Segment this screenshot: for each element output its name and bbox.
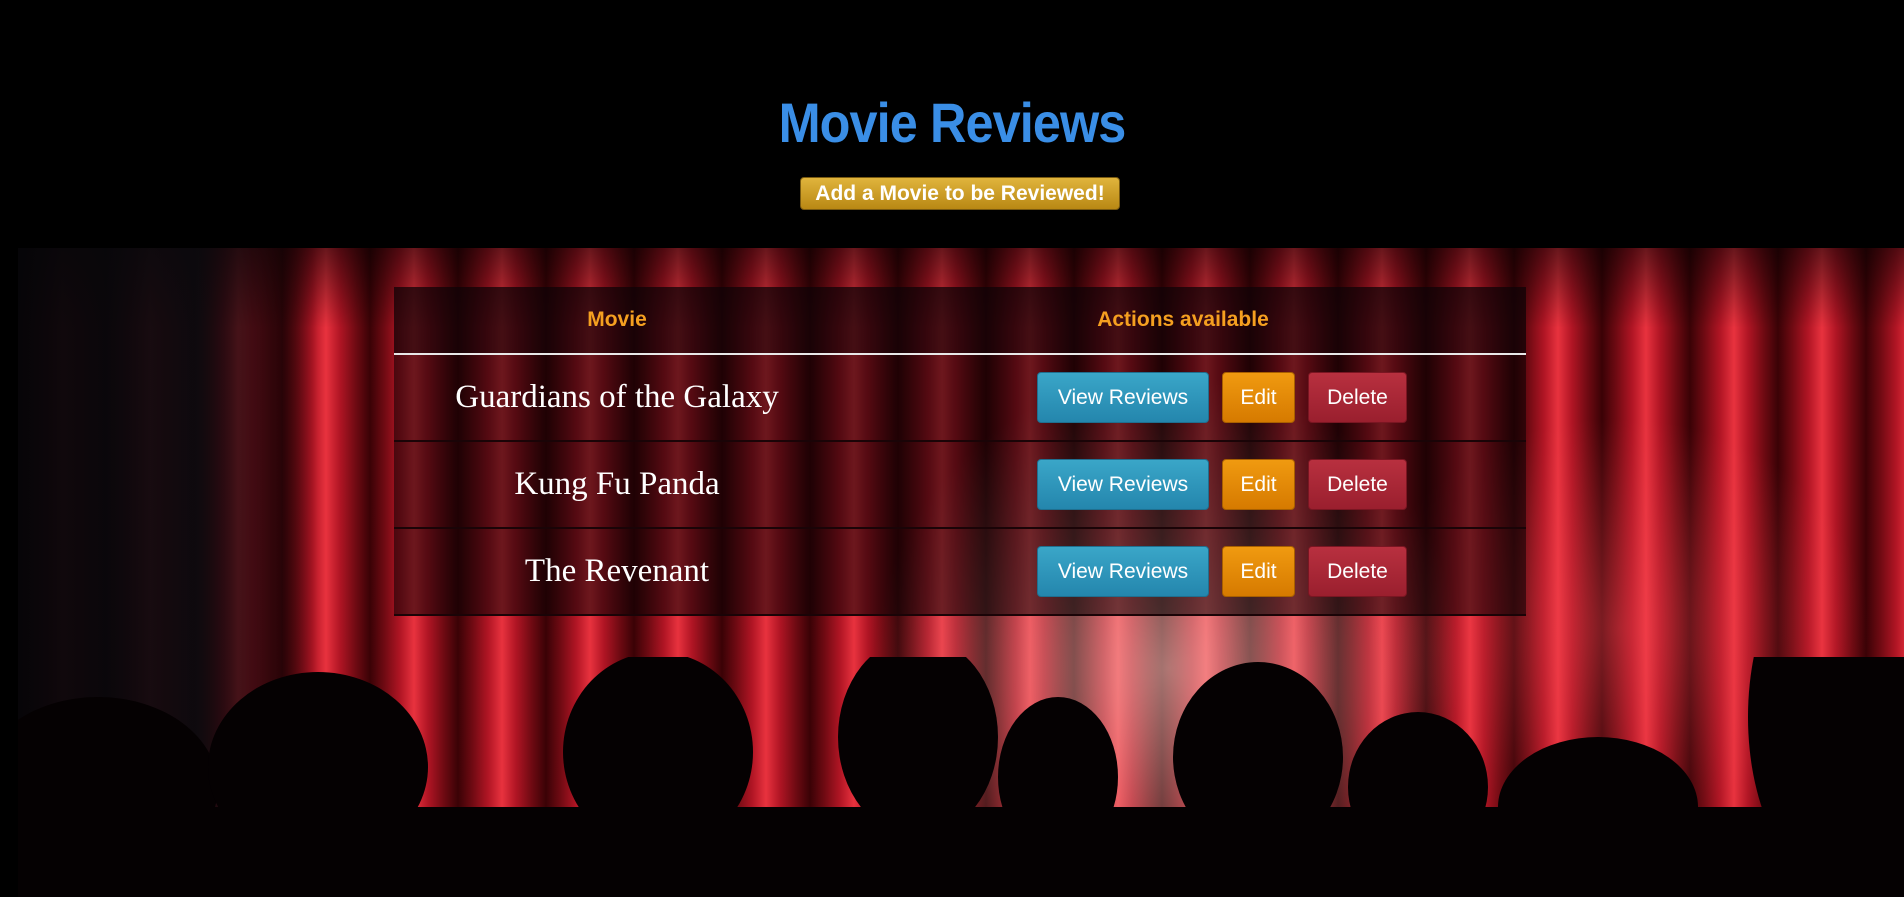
- movie-title: The Revenant: [524, 553, 710, 589]
- column-header-movie: Movie: [587, 308, 647, 331]
- delete-button[interactable]: Delete: [1308, 459, 1407, 510]
- view-reviews-button[interactable]: View Reviews: [1037, 546, 1209, 597]
- view-reviews-button[interactable]: View Reviews: [1037, 372, 1209, 423]
- row-actions: View Reviews Edit Delete: [840, 459, 1526, 510]
- edit-button[interactable]: Edit: [1222, 546, 1295, 597]
- audience-silhouette: [18, 657, 1904, 897]
- column-header-actions: Actions available: [1097, 308, 1269, 331]
- row-actions: View Reviews Edit Delete: [840, 546, 1526, 597]
- edit-button[interactable]: Edit: [1222, 459, 1295, 510]
- movies-table: Movie Actions available Guardians of the…: [394, 287, 1526, 616]
- table-row: Guardians of the Galaxy View Reviews Edi…: [394, 355, 1526, 442]
- table-row: The Revenant View Reviews Edit Delete: [394, 529, 1526, 616]
- delete-button[interactable]: Delete: [1308, 546, 1407, 597]
- page-title: Movie Reviews: [778, 91, 1127, 154]
- delete-button[interactable]: Delete: [1308, 372, 1407, 423]
- table-header: Movie Actions available: [394, 287, 1526, 355]
- movie-title: Kung Fu Panda: [514, 466, 720, 502]
- page: Movie Reviews Add a Movie to be Reviewed…: [0, 0, 1904, 897]
- view-reviews-button[interactable]: View Reviews: [1037, 459, 1209, 510]
- add-movie-button[interactable]: Add a Movie to be Reviewed!: [800, 177, 1120, 210]
- table-row: Kung Fu Panda View Reviews Edit Delete: [394, 442, 1526, 529]
- row-actions: View Reviews Edit Delete: [840, 372, 1526, 423]
- page-header: Movie Reviews Add a Movie to be Reviewed…: [0, 0, 1904, 248]
- movie-title: Guardians of the Galaxy: [455, 379, 779, 415]
- edit-button[interactable]: Edit: [1222, 372, 1295, 423]
